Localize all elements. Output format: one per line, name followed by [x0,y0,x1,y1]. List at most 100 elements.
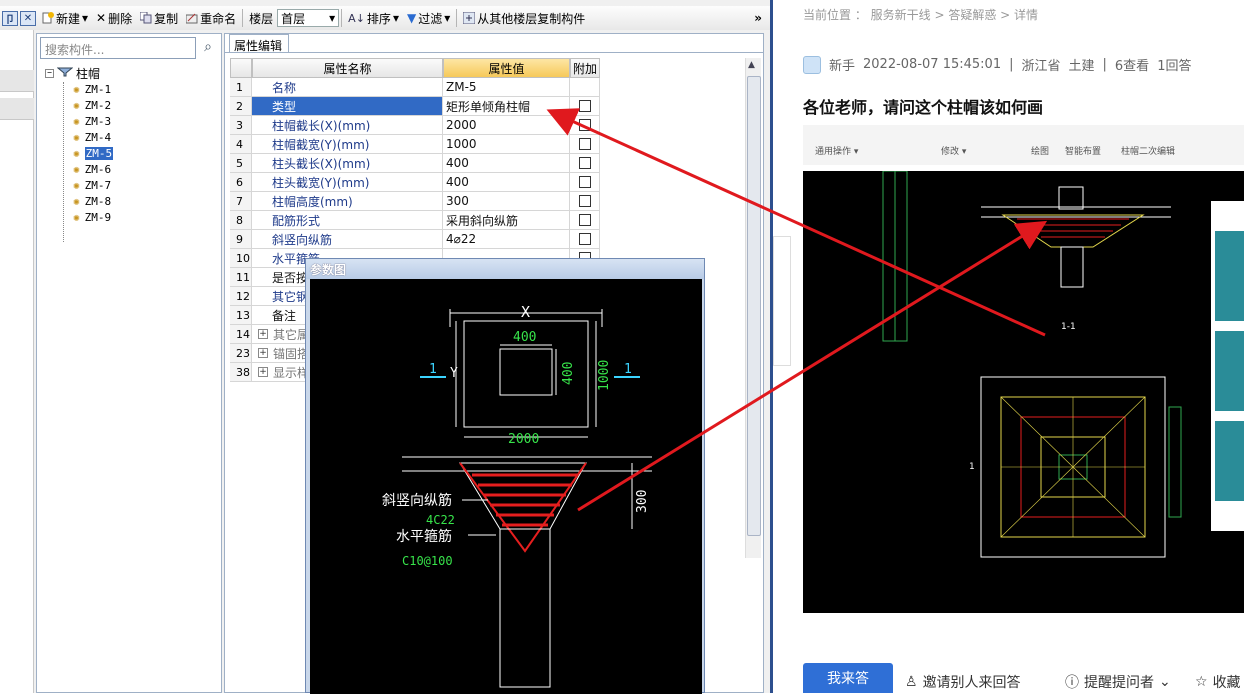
property-value[interactable]: 300 [443,192,570,211]
gear-icon: ✺ [73,98,80,112]
property-name[interactable]: 类型 [252,97,443,116]
collect-button[interactable]: ☆ 收藏 [1195,672,1241,692]
property-value[interactable]: 400 [443,173,570,192]
tree-item[interactable]: ✺ ZM-6 [73,161,113,177]
extra-cell[interactable] [570,154,600,173]
avatar[interactable] [803,55,821,74]
tree-root-column-cap[interactable]: − 柱帽 [45,65,113,81]
tree-item[interactable]: ✺ ZM-1 [73,81,113,97]
property-row[interactable]: 1 名称 ZM-5 [230,78,600,97]
property-value[interactable]: 1000 [443,135,570,154]
expand-toggle[interactable]: + [258,348,268,358]
expand-toggle[interactable]: + [258,367,268,377]
tab-property-edit[interactable]: 属性编辑 [229,34,289,53]
sort-button[interactable]: A↓ 排序 ▾ [344,10,403,27]
property-name[interactable]: 斜竖向纵筋 [252,230,443,249]
property-value[interactable]: 4⌀22 [443,230,570,249]
toolbar-overflow-button[interactable]: » [754,11,770,25]
property-name[interactable]: 柱头截宽(Y)(mm) [252,173,443,192]
property-row[interactable]: 6 柱头截宽(Y)(mm) 400 [230,173,600,192]
copy-from-floor-button[interactable]: 从其他楼层复制构件 [459,10,589,27]
extra-cell[interactable] [570,78,600,97]
qr-code-side-tab[interactable] [773,236,791,366]
question-screenshot[interactable]: 通用操作 ▾ 修改 ▾ 绘图 智能布置 柱帽二次编辑 1-1 1 [803,125,1244,613]
header-property-name[interactable]: 属性名称 [252,58,443,78]
extra-cell[interactable] [570,173,600,192]
search-icon[interactable]: ⌕ [199,39,217,57]
scrollbar-thumb[interactable] [747,76,761,536]
scroll-up-icon[interactable]: ▲ [748,60,755,70]
row-number: 4 [230,135,252,154]
extra-cell[interactable] [570,97,600,116]
property-name[interactable]: 名称 [252,78,443,97]
tree-item[interactable]: ✺ ZM-9 [73,209,113,225]
extra-cell[interactable] [570,192,600,211]
property-row[interactable]: 8 配筋形式 采用斜向纵筋 [230,211,600,230]
invite-button[interactable]: ♙ 邀请别人来回答 [905,672,1021,692]
tree-item[interactable]: ✺ ZM-5 [73,145,114,161]
tree-item[interactable]: ✺ ZM-8 [73,193,113,209]
delete-button[interactable]: ✕ 删除 [92,10,136,27]
property-value[interactable]: 2000 [443,116,570,135]
extra-cell[interactable] [570,116,600,135]
close-icon[interactable]: ✕ [20,10,36,26]
tree-item[interactable]: ✺ ZM-7 [73,177,113,193]
dialog-title[interactable]: 参数图 [306,259,704,279]
extra-checkbox[interactable] [578,100,591,112]
user-level[interactable]: 新手 [829,55,855,74]
property-row[interactable]: 9 斜竖向纵筋 4⌀22 [230,230,600,249]
copy-button[interactable]: 复制 [136,10,182,27]
property-row[interactable]: 4 柱帽截宽(Y)(mm) 1000 [230,135,600,154]
property-name[interactable]: 柱头截长(X)(mm) [252,154,443,173]
remind-button[interactable]: ⓘ 提醒提问者 ⌄ [1065,672,1171,692]
copy-floor-icon [462,11,476,25]
property-name[interactable]: 柱帽截长(X)(mm) [252,116,443,135]
property-value[interactable]: 矩形单倾角柱帽 [443,97,570,116]
extra-checkbox[interactable] [578,119,591,131]
gear-icon: ✺ [73,146,80,160]
property-row[interactable]: 7 柱帽高度(mm) 300 [230,192,600,211]
tree-item[interactable]: ✺ ZM-2 [73,97,113,113]
header-property-value[interactable]: 属性值 [443,58,570,78]
property-value[interactable]: 采用斜向纵筋 [443,211,570,230]
extra-cell[interactable] [570,230,600,249]
property-row[interactable]: 3 柱帽截长(X)(mm) 2000 [230,116,600,135]
header-extra[interactable]: 附加 [570,58,600,78]
extra-checkbox[interactable] [578,176,591,188]
collect-label: 收藏 [1212,675,1241,691]
gear-icon: ✺ [73,82,80,96]
extra-checkbox[interactable] [578,157,591,169]
tree-item[interactable]: ✺ ZM-4 [73,129,113,145]
property-value[interactable]: 400 [443,154,570,173]
extra-checkbox[interactable] [578,214,591,226]
new-icon [42,12,54,24]
floor-select[interactable]: 首层 ▾ [277,9,340,27]
extra-checkbox[interactable] [578,233,591,245]
vertical-scrollbar[interactable]: ▲ [745,58,761,558]
new-button[interactable]: 新建 ▾ [38,10,92,27]
property-value[interactable]: ZM-5 [443,78,570,97]
gear-icon: ✺ [73,114,80,128]
search-input[interactable]: 搜索构件... [40,37,196,59]
toolbar-separator [341,9,343,27]
pin-icon[interactable]: 卩 [2,10,18,26]
dock-tab[interactable] [0,70,34,92]
rename-button[interactable]: 重命名 [182,10,240,27]
extra-cell[interactable] [570,135,600,154]
extra-checkbox[interactable] [578,195,591,207]
property-row[interactable]: 2 类型 矩形单倾角柱帽 [230,97,600,116]
tree-item[interactable]: ✺ ZM-3 [73,113,113,129]
height-dim: 300 [635,490,650,513]
answer-button[interactable]: 我来答 [803,663,893,693]
property-name[interactable]: 柱帽高度(mm) [252,192,443,211]
extra-checkbox[interactable] [578,138,591,150]
extra-cell[interactable] [570,211,600,230]
expand-toggle[interactable]: + [258,329,268,339]
property-row[interactable]: 5 柱头截长(X)(mm) 400 [230,154,600,173]
collapse-toggle[interactable]: − [45,68,54,78]
filter-button[interactable]: ▼ 过滤 ▾ [403,10,454,27]
property-name[interactable]: 柱帽截宽(Y)(mm) [252,135,443,154]
property-name[interactable]: 配筋形式 [252,211,443,230]
screenshot-section-label: 1-1 [1061,322,1076,332]
dock-tab[interactable] [0,98,34,120]
